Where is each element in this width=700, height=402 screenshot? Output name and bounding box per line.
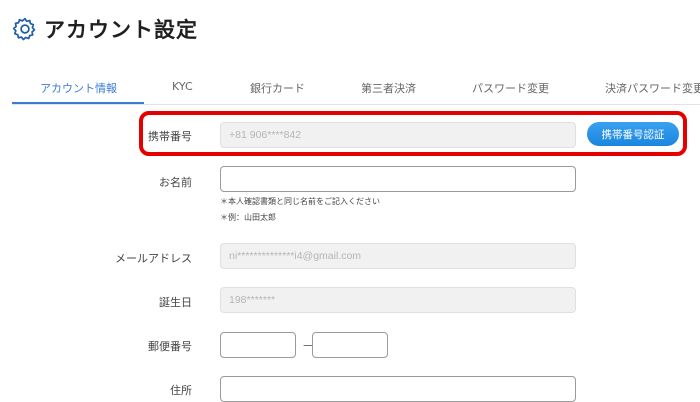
- birthday-field: 198*******: [220, 287, 576, 313]
- gear-icon: [12, 17, 36, 41]
- active-tab-indicator: [12, 102, 144, 104]
- name-input[interactable]: [220, 166, 576, 192]
- tab-account-info[interactable]: アカウント情報: [40, 80, 117, 96]
- email-label: メールアドレス: [115, 252, 192, 265]
- highlight-annotation: [139, 111, 687, 156]
- tab-bank-card[interactable]: 銀行カード: [250, 80, 305, 96]
- tab-bar: アカウント情報 KYC 銀行カード 第三者決済 パスワード変更 決済パスワード変…: [12, 78, 700, 105]
- postal-code-input-1[interactable]: [220, 332, 296, 358]
- email-field: ni**************i4@gmail.com: [220, 243, 576, 269]
- birthday-label: 誕生日: [159, 296, 192, 309]
- tab-password-change[interactable]: パスワード変更: [472, 80, 549, 96]
- tab-payment-password-change[interactable]: 決済パスワード変更: [605, 80, 700, 96]
- name-note: ＊本人確認書類と同じ名前をご記入ください: [220, 197, 380, 206]
- tab-kyc[interactable]: KYC: [172, 80, 193, 93]
- page-header: アカウント設定: [12, 12, 198, 46]
- address-label: 住所: [170, 384, 192, 397]
- page-title: アカウント設定: [44, 18, 198, 42]
- tab-third-party-payment[interactable]: 第三者決済: [361, 80, 416, 96]
- postal-label: 郵便番号: [148, 340, 192, 353]
- name-example: ＊例：山田太郎: [220, 213, 276, 222]
- address-input[interactable]: [220, 376, 576, 402]
- name-label: お名前: [159, 176, 192, 189]
- postal-code-input-2[interactable]: [312, 332, 388, 358]
